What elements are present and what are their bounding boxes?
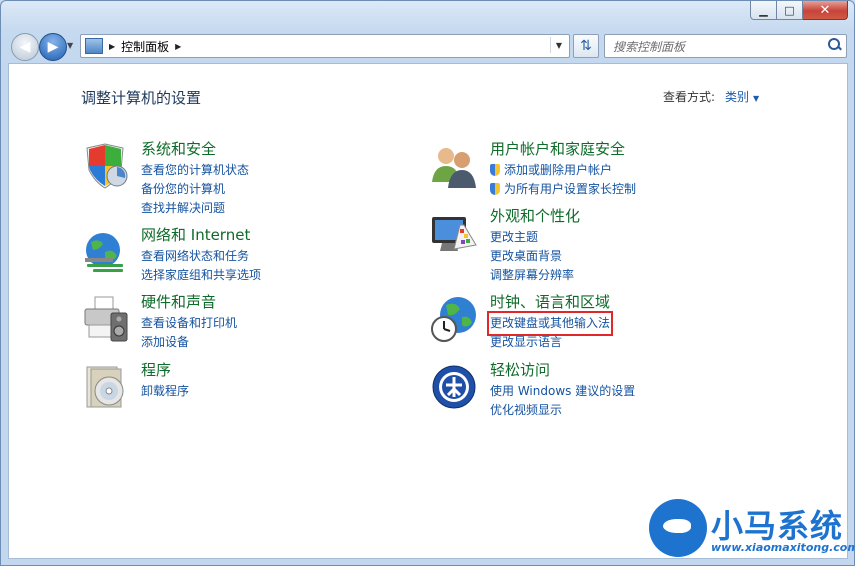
address-dropdown-icon[interactable]: ▼ [550,37,567,53]
security-shield-icon [86,143,128,189]
link-homegroup-sharing[interactable]: 选择家庭组和共享选项 [141,266,261,285]
watermark-logo: 小马系统 www.xiaomaxitong.com [649,497,855,561]
maximize-button[interactable]: □ [777,1,803,20]
search-input[interactable] [611,37,825,57]
link-parental-controls[interactable]: 为所有用户设置家长控制 [490,180,636,199]
link-optimize-visual-display[interactable]: 优化视频显示 [490,401,635,420]
category-title[interactable]: 硬件和声音 [141,291,216,312]
link-add-remove-accounts[interactable]: 添加或删除用户帐户 [490,161,636,180]
link-devices-printers[interactable]: 查看设备和打印机 [141,314,237,333]
link-add-device[interactable]: 添加设备 [141,333,237,352]
link-backup-computer[interactable]: 备份您的计算机 [141,180,249,199]
page-title: 调整计算机的设置 [81,89,202,107]
close-button[interactable]: ✕ [803,1,848,20]
search-icon[interactable] [826,37,842,53]
link-desktop-background[interactable]: 更改桌面背景 [490,247,574,266]
link-change-keyboard-input[interactable]: 更改键盘或其他输入法 [486,311,614,336]
ease-of-access-icon [432,365,476,409]
forward-arrow-icon: ▶ [47,39,59,55]
breadcrumb-control-panel[interactable]: 控制面板 [121,38,169,55]
link-uninstall-program[interactable]: 卸载程序 [141,382,189,401]
category-title[interactable]: 时钟、语言和区域 [490,291,610,312]
breadcrumb-arrow-icon[interactable]: ▶ [109,42,115,51]
view-by-label: 查看方式: [663,90,716,104]
back-arrow-icon: ◀ [19,39,31,55]
back-button[interactable]: ◀ [11,33,39,61]
monitor-palette-icon [432,217,477,251]
programs-disc-icon [86,366,124,408]
search-box[interactable] [604,34,847,58]
control-panel-window: ▁ □ ✕ ◀ ▶ ▼ ▶ 控制面板 ▶ ▼ ⇅ 调整计算机的设置 查看方式: … [0,0,855,566]
address-bar[interactable]: ▶ 控制面板 ▶ ▼ [80,34,570,58]
main-content: 调整计算机的设置 查看方式: 类别 ▼ 系统和安全 查看您的计算机状态 备份您的计… [8,63,848,559]
link-recommended-settings[interactable]: 使用 Windows 建议的设置 [490,382,635,401]
category-title[interactable]: 外观和个性化 [490,205,580,226]
category-title[interactable]: 轻松访问 [490,359,550,380]
category-title[interactable]: 系统和安全 [141,138,216,159]
view-by-value: 类别 [725,90,750,104]
category-title[interactable]: 程序 [141,359,171,380]
link-screen-resolution[interactable]: 调整屏幕分辨率 [490,266,574,285]
clock-globe-icon [431,297,476,342]
link-display-language[interactable]: 更改显示语言 [490,333,610,352]
category-title[interactable]: 网络和 Internet [141,224,250,245]
users-icon [432,148,476,188]
breadcrumb-arrow-icon[interactable]: ▶ [175,42,181,51]
printer-speaker-icon [84,296,128,342]
caption-buttons: ▁ □ ✕ [750,1,848,20]
link-check-computer-status[interactable]: 查看您的计算机状态 [141,161,249,180]
recent-pages-dropdown[interactable]: ▼ [67,41,73,50]
minimize-button[interactable]: ▁ [750,1,777,20]
view-by-dropdown[interactable]: 类别 ▼ [725,88,759,105]
network-globe-icon [85,233,123,272]
link-network-status[interactable]: 查看网络状态和任务 [141,247,261,266]
link-change-theme[interactable]: 更改主题 [490,228,574,247]
refresh-icon: ⇅ [580,38,592,54]
control-panel-icon [85,38,103,54]
forward-button[interactable]: ▶ [39,33,67,61]
horse-logo-icon [649,499,707,557]
link-troubleshoot[interactable]: 查找并解决问题 [141,199,249,218]
category-title[interactable]: 用户帐户和家庭安全 [490,138,625,159]
refresh-button[interactable]: ⇅ [573,34,599,58]
chevron-down-icon: ▼ [753,94,760,103]
watermark-url: www.xiaomaxitong.com [711,541,855,554]
